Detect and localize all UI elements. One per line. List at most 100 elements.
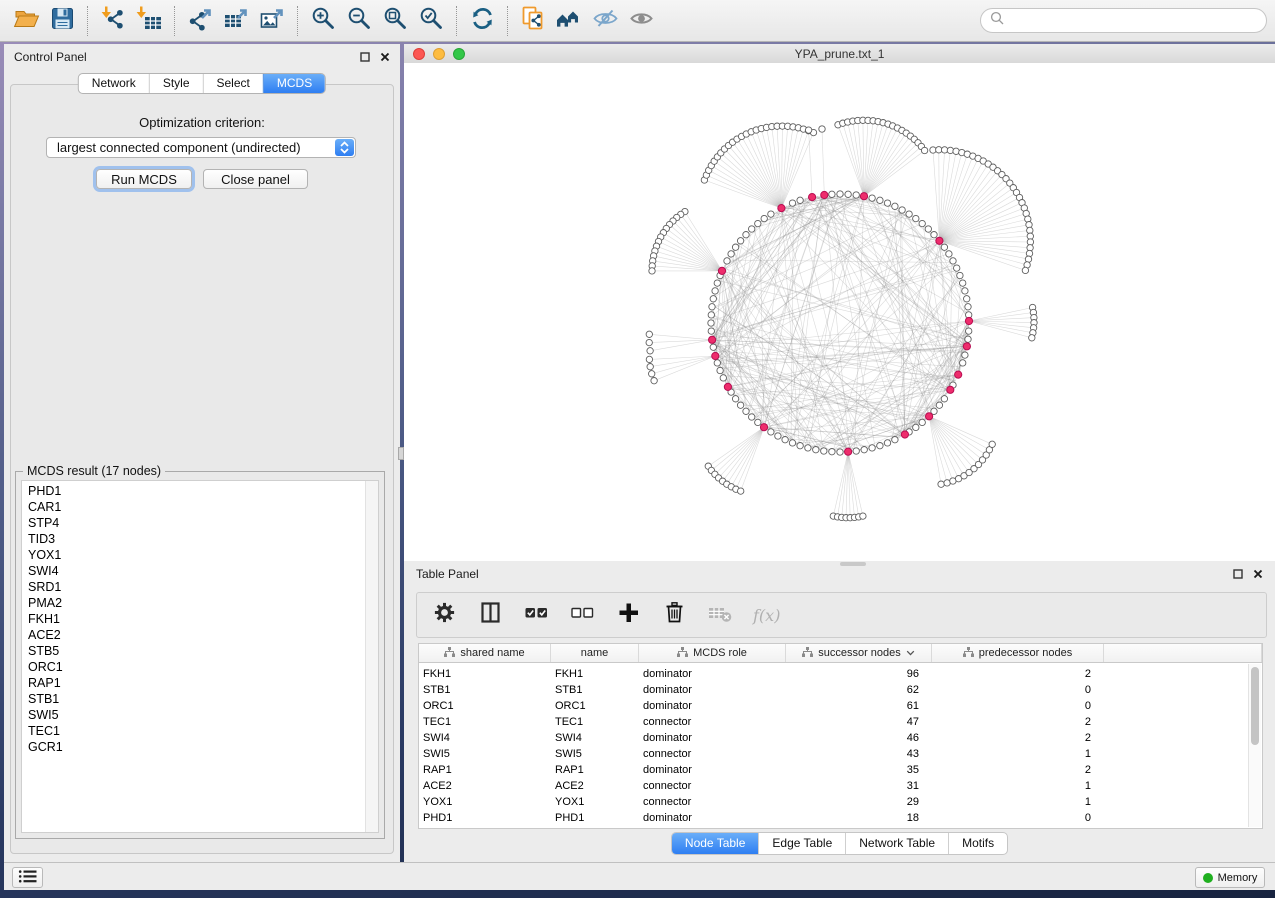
table-cell[interactable]: connector [639,716,786,728]
mcds-result-list[interactable]: PHD1CAR1STP4TID3YOX1SWI4SRD1PMA2FKH1ACE2… [21,480,379,833]
table-cell[interactable]: 2 [932,764,1104,776]
column-header-shared-name[interactable]: shared name [419,644,551,662]
table-cell[interactable]: dominator [639,700,786,712]
table-cell[interactable]: STB1 [419,684,551,696]
table-tab-edge-table[interactable]: Edge Table [758,833,845,854]
table-cell[interactable]: 1 [932,796,1104,808]
table-cell[interactable]: 1 [932,748,1104,760]
first-neighbors-button[interactable] [551,4,587,38]
table-cell[interactable]: TEC1 [419,716,551,728]
table-cell[interactable]: dominator [639,732,786,744]
table-cell[interactable]: connector [639,796,786,808]
mcds-result-item[interactable]: TEC1 [28,723,378,739]
mcds-result-item[interactable]: YOX1 [28,547,378,563]
status-list-button[interactable] [12,867,43,888]
table-cell[interactable]: 96 [786,668,932,680]
run-mcds-button[interactable]: Run MCDS [96,169,192,189]
table-cell[interactable]: 2 [932,668,1104,680]
unselect-all-button[interactable] [569,600,596,630]
table-cell[interactable]: 18 [786,812,932,824]
table-cell[interactable]: ACE2 [551,780,639,792]
show-all-button[interactable] [623,4,659,38]
delete-column-button[interactable] [661,600,688,630]
search-input[interactable] [1009,13,1257,29]
table-row[interactable]: RAP1RAP1dominator352 [419,762,1262,778]
tab-mcds[interactable]: MCDS [263,74,325,93]
table-cell[interactable]: RAP1 [551,764,639,776]
import-table-button[interactable] [131,4,167,38]
tab-network[interactable]: Network [79,74,149,93]
table-settings-button[interactable] [431,600,458,630]
mcds-result-item[interactable]: PMA2 [28,595,378,611]
table-cell[interactable]: RAP1 [419,764,551,776]
table-row[interactable]: PHD1PHD1dominator180 [419,810,1262,826]
table-cell[interactable]: ORC1 [551,700,639,712]
mcds-result-item[interactable]: SRD1 [28,579,378,595]
table-tab-motifs[interactable]: Motifs [948,833,1007,854]
mcds-result-item[interactable]: FKH1 [28,611,378,627]
network-titlebar[interactable]: YPA_prune.txt_1 [404,44,1275,64]
close-table-panel-icon[interactable] [1252,569,1263,580]
export-image-button[interactable] [254,4,290,38]
table-row[interactable]: TEC1TEC1connector472 [419,714,1262,730]
table-cell[interactable]: 0 [932,684,1104,696]
table-cell[interactable]: FKH1 [419,668,551,680]
table-tab-node-table[interactable]: Node Table [672,833,759,854]
duplicate-network-button[interactable] [515,4,551,38]
table-cell[interactable]: 0 [932,812,1104,824]
table-cell[interactable]: 61 [786,700,932,712]
table-cell[interactable]: YOX1 [551,796,639,808]
open-file-button[interactable] [8,4,44,38]
zoom-selected-button[interactable] [413,4,449,38]
table-cell[interactable]: ACE2 [419,780,551,792]
zoom-out-button[interactable] [341,4,377,38]
float-table-panel-icon[interactable] [1232,569,1243,580]
mcds-result-item[interactable]: STB1 [28,691,378,707]
tab-select[interactable]: Select [203,74,263,93]
column-header-MCDS-role[interactable]: MCDS role [639,644,786,662]
table-cell[interactable]: dominator [639,812,786,824]
table-cell[interactable]: FKH1 [551,668,639,680]
table-cell[interactable]: 35 [786,764,932,776]
table-cell[interactable]: 43 [786,748,932,760]
table-cell[interactable]: SWI5 [551,748,639,760]
zoom-fit-button[interactable] [377,4,413,38]
table-cell[interactable]: connector [639,748,786,760]
table-cell[interactable]: 2 [932,716,1104,728]
network-canvas[interactable] [404,63,1275,561]
mcds-result-item[interactable]: STB5 [28,643,378,659]
mcds-result-item[interactable]: SWI4 [28,563,378,579]
export-table-button[interactable] [218,4,254,38]
table-row[interactable]: ORC1ORC1dominator610 [419,698,1262,714]
horizontal-splitter-grip[interactable] [840,562,866,566]
table-cell[interactable]: PHD1 [419,812,551,824]
close-panel-button[interactable]: Close panel [203,169,308,189]
table-cell[interactable]: 62 [786,684,932,696]
close-panel-icon[interactable] [379,52,390,63]
table-cell[interactable]: 2 [932,732,1104,744]
column-header-name[interactable]: name [551,644,639,662]
mcds-result-item[interactable]: RAP1 [28,675,378,691]
table-cell[interactable]: SWI4 [551,732,639,744]
save-session-button[interactable] [44,4,80,38]
table-cell[interactable]: 1 [932,780,1104,792]
table-row[interactable]: SWI5SWI5connector431 [419,746,1262,762]
hide-selected-button[interactable] [587,4,623,38]
mcds-result-item[interactable]: SWI5 [28,707,378,723]
export-network-button[interactable] [182,4,218,38]
memory-button[interactable]: Memory [1195,867,1265,888]
table-cell[interactable]: 31 [786,780,932,792]
import-network-button[interactable] [95,4,131,38]
table-row[interactable]: ACE2ACE2connector311 [419,778,1262,794]
table-cell[interactable]: 0 [932,700,1104,712]
table-scrollbar[interactable] [1248,664,1261,827]
table-cell[interactable]: dominator [639,684,786,696]
select-all-button[interactable] [523,600,550,630]
table-cell[interactable]: SWI4 [419,732,551,744]
zoom-in-button[interactable] [305,4,341,38]
table-cell[interactable]: 29 [786,796,932,808]
delete-table-button[interactable] [707,600,734,630]
table-cell[interactable]: 46 [786,732,932,744]
mcds-result-item[interactable]: TID3 [28,531,378,547]
table-cell[interactable]: connector [639,780,786,792]
